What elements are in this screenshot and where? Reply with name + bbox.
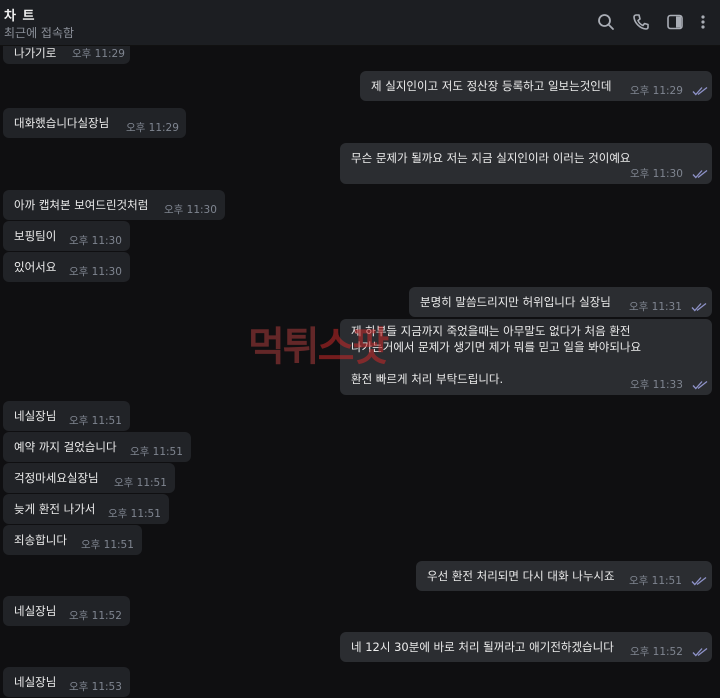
message-time: 오후 11:53 bbox=[69, 681, 122, 693]
incoming-message[interactable]: 예약 까지 걸었습니다 오후 11:51 bbox=[3, 432, 191, 462]
message-text: 네실장님 bbox=[14, 604, 57, 618]
message-time: 오후 11:29 bbox=[126, 122, 179, 134]
incoming-message[interactable]: 늦게 환전 나가서 오후 11:51 bbox=[3, 494, 169, 524]
message-time: 오후 11:29 bbox=[72, 48, 125, 60]
incoming-message[interactable]: 죄송합니다 오후 11:51 bbox=[3, 525, 142, 555]
message-time: 오후 11:52 bbox=[630, 646, 683, 658]
outgoing-message[interactable]: 분명히 말씀드리지만 허위입니다 실장님 오후 11:31 bbox=[409, 287, 712, 317]
message-text: 예약 까지 걸었습니다 bbox=[14, 440, 117, 454]
message-time: 오후 11:29 bbox=[630, 85, 683, 97]
outgoing-message[interactable]: 무슨 문제가 될까요 저는 지금 실지인이라 이러는 것이예요오후 11:30 bbox=[340, 143, 712, 184]
message-time: 오후 11:51 bbox=[108, 508, 161, 520]
read-receipt-icon bbox=[692, 86, 708, 96]
search-icon[interactable] bbox=[596, 12, 616, 32]
message-text: 제 실지인이고 저도 정산장 등록하고 일보는것인데 bbox=[371, 79, 612, 93]
message-text: 무슨 문제가 될까요 저는 지금 실지인이라 이러는 것이예요 bbox=[351, 151, 631, 165]
message-text: 나가기로 bbox=[14, 46, 57, 60]
incoming-message[interactable]: 네실장님 오후 11:51 bbox=[3, 401, 130, 431]
incoming-message[interactable]: 걱정마세요실장님 오후 11:51 bbox=[3, 463, 175, 493]
message-text: 우선 환전 처리되면 다시 대화 나누시죠 bbox=[427, 569, 615, 583]
sidebar-icon[interactable] bbox=[665, 12, 685, 32]
incoming-message[interactable]: 대화했습니다실장님 오후 11:29 bbox=[3, 108, 186, 138]
incoming-message[interactable]: 네실장님 오후 11:52 bbox=[3, 596, 130, 626]
outgoing-message[interactable]: 네 12시 30분에 바로 처리 될꺼라고 애기전하겠습니다 오후 11:52 bbox=[340, 632, 712, 662]
read-receipt-icon bbox=[691, 576, 707, 586]
incoming-message[interactable]: 네실장님 오후 11:53 bbox=[3, 667, 130, 697]
message-time: 오후 11:51 bbox=[69, 415, 122, 427]
message-time: 오후 11:52 bbox=[69, 610, 122, 622]
last-seen-status: 최근에 접속함 bbox=[4, 26, 75, 40]
message-text: 아까 캡쳐본 보여드린것처럼 bbox=[14, 198, 149, 212]
message-text: 죄송합니다 bbox=[14, 533, 67, 547]
phone-icon[interactable] bbox=[631, 12, 651, 32]
outgoing-message[interactable]: 우선 환전 처리되면 다시 대화 나누시죠 오후 11:51 bbox=[416, 561, 712, 591]
incoming-message[interactable]: 아까 캡쳐본 보여드린것처럼 오후 11:30 bbox=[3, 190, 225, 220]
incoming-message[interactable]: 있어서요 오후 11:30 bbox=[3, 252, 130, 282]
message-text: 대화했습니다실장님 bbox=[14, 116, 110, 130]
message-time: 오후 11:51 bbox=[81, 539, 134, 551]
chat-title[interactable]: 차 트 bbox=[4, 5, 35, 24]
message-time: 오후 11:51 bbox=[114, 477, 167, 489]
message-text: 보핑팀이 bbox=[14, 229, 57, 243]
message-text: 늦게 환전 나가서 bbox=[14, 502, 96, 516]
message-time: 오후 11:33 bbox=[630, 379, 683, 391]
message-text: 걱정마세요실장님 bbox=[14, 471, 99, 485]
message-list[interactable]: 나가기로 오후 11:29 제 실지인이고 저도 정산장 등록하고 일보는것인데 오후… bbox=[0, 46, 720, 698]
outgoing-message[interactable]: 제 하부들 지금까지 죽었을때는 아무말도 없다가 처음 환전 나가는거에서 문… bbox=[340, 319, 712, 395]
outgoing-message[interactable]: 제 실지인이고 저도 정산장 등록하고 일보는것인데 오후 11:29 bbox=[360, 71, 712, 101]
message-time: 오후 11:30 bbox=[164, 204, 217, 216]
message-time: 오후 11:31 bbox=[629, 301, 682, 313]
message-text: 있어서요 bbox=[14, 260, 57, 274]
read-receipt-icon bbox=[691, 302, 707, 312]
chat-header: 차 트 최근에 접속함 bbox=[0, 0, 720, 46]
incoming-message[interactable]: 나가기로 오후 11:29 bbox=[3, 46, 130, 64]
message-text: 네실장님 bbox=[14, 409, 57, 423]
message-text: 네실장님 bbox=[14, 675, 57, 689]
message-text: 네 12시 30분에 바로 처리 될꺼라고 애기전하겠습니다 bbox=[351, 640, 614, 654]
message-time: 오후 11:51 bbox=[130, 446, 183, 458]
read-receipt-icon bbox=[692, 647, 708, 657]
message-time: 오후 11:51 bbox=[629, 575, 682, 587]
message-time: 오후 11:30 bbox=[630, 168, 683, 180]
incoming-message[interactable]: 보핑팀이 오후 11:30 bbox=[3, 221, 130, 251]
read-receipt-icon bbox=[692, 169, 708, 179]
more-icon[interactable] bbox=[696, 12, 710, 32]
read-receipt-icon bbox=[692, 380, 708, 390]
message-text: 제 하부들 지금까지 죽었을때는 아무말도 없다가 처음 환전 나가는거에서 문… bbox=[351, 324, 642, 386]
message-text: 분명히 말씀드리지만 허위입니다 실장님 bbox=[420, 295, 611, 309]
message-time: 오후 11:30 bbox=[69, 266, 122, 278]
message-time: 오후 11:30 bbox=[69, 235, 122, 247]
